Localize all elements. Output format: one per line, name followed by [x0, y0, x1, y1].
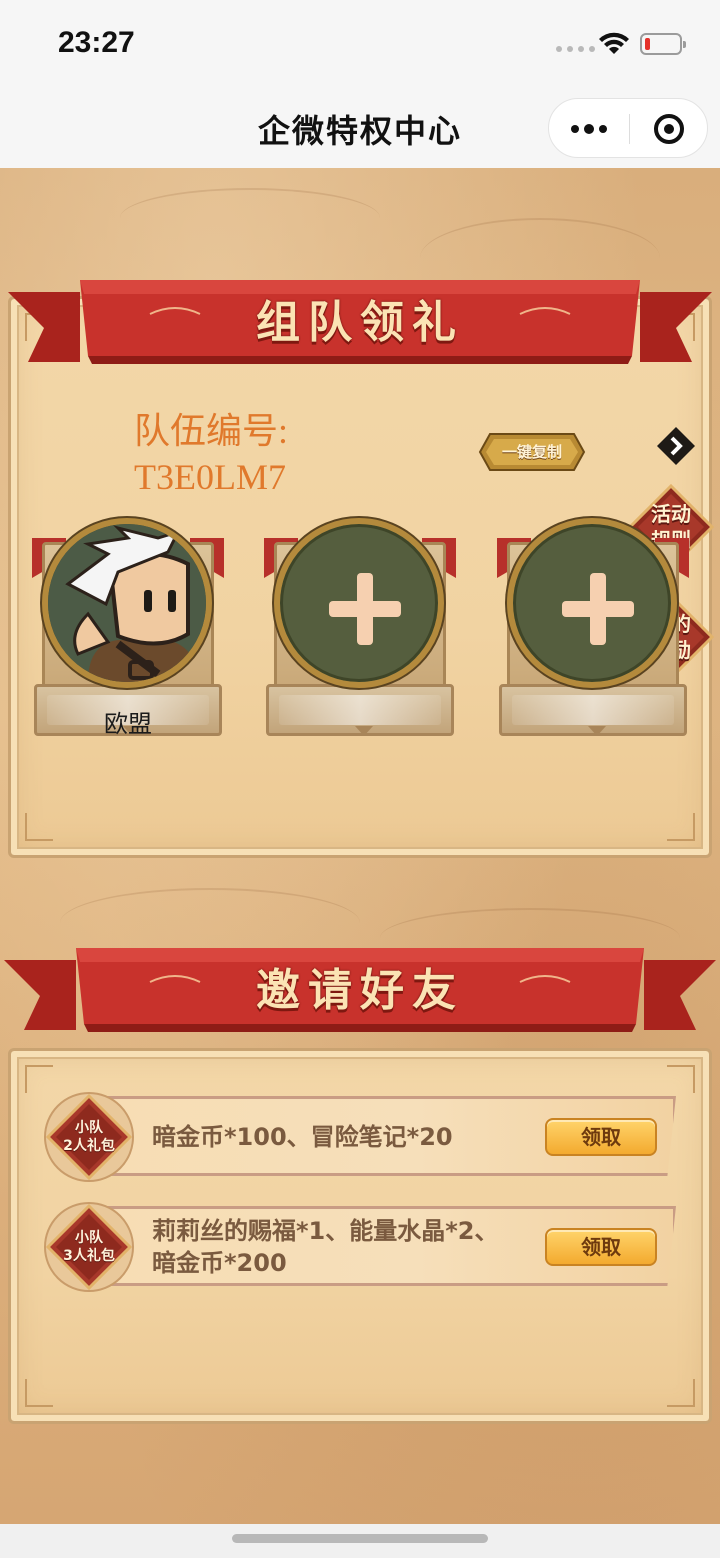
plus-icon [329, 573, 401, 645]
member-slot-3[interactable] [497, 518, 689, 746]
gift-rewards-2p: 暗金币*100、冒险笔记*20 [152, 1123, 453, 1151]
team-id-value: T3E0LM7 [134, 457, 286, 497]
gift-rewards-3p: 莉莉丝的赐福*1、能量水晶*2、暗金币*200 [152, 1217, 499, 1277]
member-slot-1: 欧盟 [32, 518, 224, 746]
wifi-icon [599, 32, 629, 54]
team-banner-title: 组队领礼 [256, 297, 464, 348]
more-icon[interactable] [549, 99, 629, 159]
avatar [42, 518, 212, 688]
team-id-block: 队伍编号: T3E0LM7 [134, 408, 288, 500]
gift-badge-2p-line2: 2人礼包 [63, 1138, 115, 1154]
team-id-label: 队伍编号: [134, 411, 289, 451]
home-indicator[interactable] [232, 1534, 488, 1543]
gift-badge-3p-line1: 小队 [75, 1230, 103, 1246]
chevron-right-icon[interactable] [656, 426, 696, 466]
invite-slot-circle[interactable] [274, 518, 444, 688]
invite-slot-circle[interactable] [507, 518, 677, 688]
gift-badge-3p: 小队 3人礼包 [42, 1200, 136, 1294]
status-time: 23:27 [58, 26, 135, 59]
copy-button[interactable]: 一键复制 [478, 432, 586, 472]
plus-icon [562, 573, 634, 645]
nav-bar: 企微特权中心 [0, 90, 720, 168]
team-banner: 组队领礼 [0, 272, 720, 382]
gift-row-2p: 小队 2人礼包 暗金币*100、冒险笔记*20 领取 [42, 1090, 682, 1184]
claim-button-2p[interactable]: 领取 [545, 1118, 657, 1156]
member-name-1: 欧盟 [104, 710, 152, 738]
copy-button-label: 一键复制 [501, 443, 562, 461]
invite-banner: 邀请好友 [0, 940, 720, 1050]
gift-row-3p: 小队 3人礼包 莉莉丝的赐福*1、能量水晶*2、暗金币*200 领取 [42, 1200, 682, 1294]
game-background: 组队领礼 队伍编号: T3E0LM7 一键复制 活动 规则 我的 [0, 168, 720, 1524]
close-capsule-icon[interactable] [629, 99, 709, 159]
home-bar [0, 1524, 720, 1558]
member-slot-2[interactable] [264, 518, 456, 746]
gift-badge-2p-line1: 小队 [75, 1120, 103, 1136]
signal-icon [556, 46, 595, 52]
battery-icon [640, 33, 686, 55]
capsule-menu [548, 98, 708, 158]
invite-banner-title: 邀请好友 [256, 965, 464, 1016]
status-bar: 23:27 [0, 0, 720, 90]
claim-button-3p[interactable]: 领取 [545, 1228, 657, 1266]
gift-badge-3p-line2: 3人礼包 [63, 1248, 115, 1264]
gift-badge-2p: 小队 2人礼包 [42, 1090, 136, 1184]
